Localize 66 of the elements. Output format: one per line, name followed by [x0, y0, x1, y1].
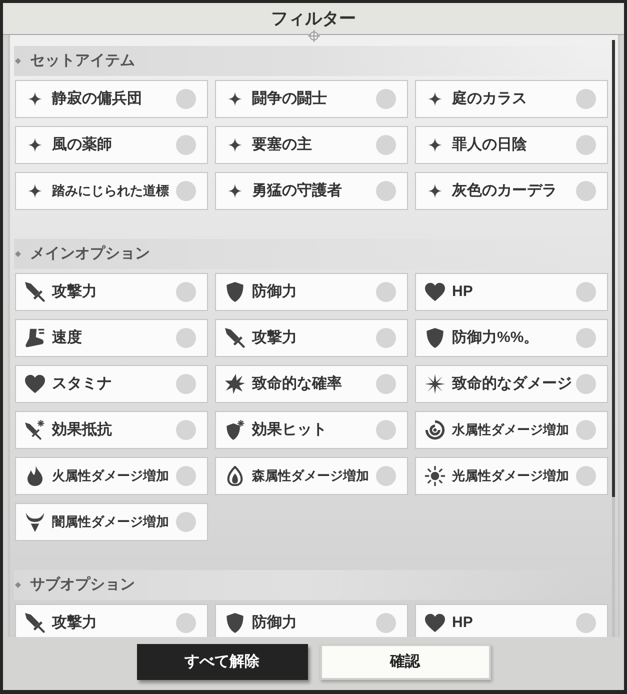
- sword-icon: [225, 328, 245, 348]
- sparkle-icon: [28, 138, 42, 152]
- diamond-icon: [15, 582, 21, 588]
- swirl-icon: [425, 420, 445, 440]
- sparkle-icon: [428, 92, 442, 106]
- burst-icon: [225, 374, 245, 394]
- leaf-icon: [225, 466, 245, 486]
- filter-option[interactable]: 要塞の主: [215, 126, 408, 164]
- clear-all-button[interactable]: すべて解除: [136, 644, 308, 680]
- filter-option[interactable]: HP: [415, 273, 608, 311]
- shield-icon: [425, 328, 445, 348]
- sparkle-icon: [28, 184, 42, 198]
- shield-icon: [225, 613, 245, 633]
- sparkle-icon: [228, 138, 242, 152]
- filter-option[interactable]: 光属性ダメージ増加: [415, 457, 608, 495]
- filter-option[interactable]: 致命的な確率: [215, 365, 408, 403]
- filter-option[interactable]: 防御力: [215, 604, 408, 637]
- filter-option[interactable]: 防御力: [215, 273, 408, 311]
- sparkle-icon: [228, 184, 242, 198]
- shield-icon: [225, 282, 245, 302]
- heart-icon: [425, 282, 445, 302]
- filter-option[interactable]: 攻撃力: [15, 604, 208, 637]
- filter-option[interactable]: 森属性ダメージ増加: [215, 457, 408, 495]
- flame-icon: [25, 466, 45, 486]
- boot-icon: [25, 328, 45, 348]
- filter-option[interactable]: 灰色のカーデラ: [415, 172, 608, 210]
- filter-option[interactable]: 効果ヒット: [215, 411, 408, 449]
- sparkle-icon: [428, 184, 442, 198]
- diamond-icon: [15, 251, 21, 257]
- shield-sparkle-icon: [225, 420, 245, 440]
- filter-option[interactable]: 攻撃力: [215, 319, 408, 357]
- filter-option[interactable]: スタミナ: [15, 365, 208, 403]
- section-title: セットアイテム: [30, 50, 135, 71]
- filter-option[interactable]: 効果抵抗: [15, 411, 208, 449]
- scrollbar-thumb[interactable]: [612, 40, 615, 497]
- heart-icon: [25, 374, 45, 394]
- starburst-icon: [425, 374, 445, 394]
- filter-option[interactable]: 罪人の日陰: [415, 126, 608, 164]
- sparkle-icon: [428, 138, 442, 152]
- filter-option[interactable]: 静寂の傭兵団: [15, 80, 208, 118]
- window-title: フィルター: [271, 8, 356, 30]
- sword-sparkle-icon: [25, 420, 45, 440]
- filter-option[interactable]: 勇猛の守護者: [215, 172, 408, 210]
- sword-icon: [25, 613, 45, 633]
- heart-icon: [425, 613, 445, 633]
- filter-option[interactable]: 致命的なダメージ: [415, 365, 608, 403]
- filter-option[interactable]: 防御力%%。: [415, 319, 608, 357]
- filter-option[interactable]: 水属性ダメージ増加: [415, 411, 608, 449]
- filter-option[interactable]: HP: [415, 604, 608, 637]
- filter-option[interactable]: 庭のカラス: [415, 80, 608, 118]
- section-title: メインオプション: [30, 244, 150, 264]
- sparkle-icon: [228, 92, 242, 106]
- confirm-button[interactable]: 確認: [320, 644, 490, 680]
- filter-option[interactable]: 攻撃力: [15, 273, 208, 311]
- filter-option[interactable]: 風の薬師: [15, 126, 208, 164]
- sword-icon: [25, 282, 45, 302]
- sparkle-icon: [28, 92, 42, 106]
- filter-option[interactable]: 闘争の闘士: [215, 80, 408, 118]
- filter-option[interactable]: 火属性ダメージ増加: [15, 457, 208, 495]
- filter-option[interactable]: 速度: [15, 319, 208, 357]
- horns-icon: [25, 512, 45, 532]
- diamond-icon: [15, 58, 21, 64]
- filter-option[interactable]: 闇属性ダメージ増加: [15, 503, 208, 541]
- section-title: サブオプション: [30, 574, 135, 595]
- filter-option[interactable]: 踏みにじられた道標: [15, 172, 208, 210]
- sun-icon: [425, 466, 445, 486]
